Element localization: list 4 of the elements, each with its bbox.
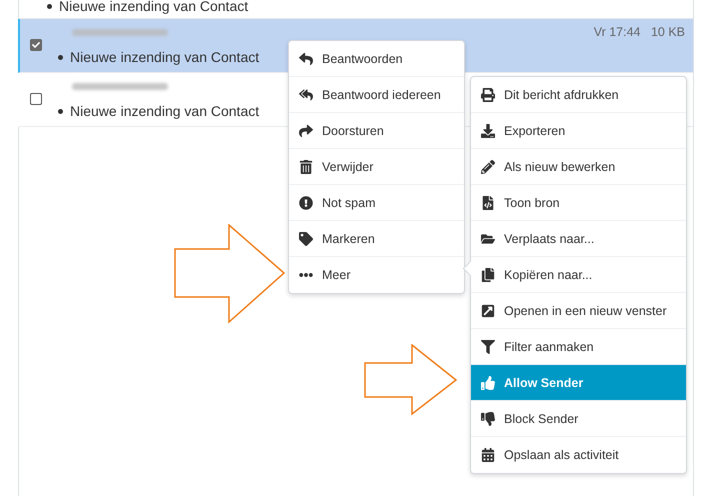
message-subject: Nieuwe inzending van Contact <box>70 49 260 65</box>
message-subject: Nieuwe inzending van Contact <box>70 103 260 119</box>
message-subject: Nieuwe inzending van Contact <box>59 0 248 14</box>
message-meta: Vr 17:44 10 KB <box>594 25 685 39</box>
